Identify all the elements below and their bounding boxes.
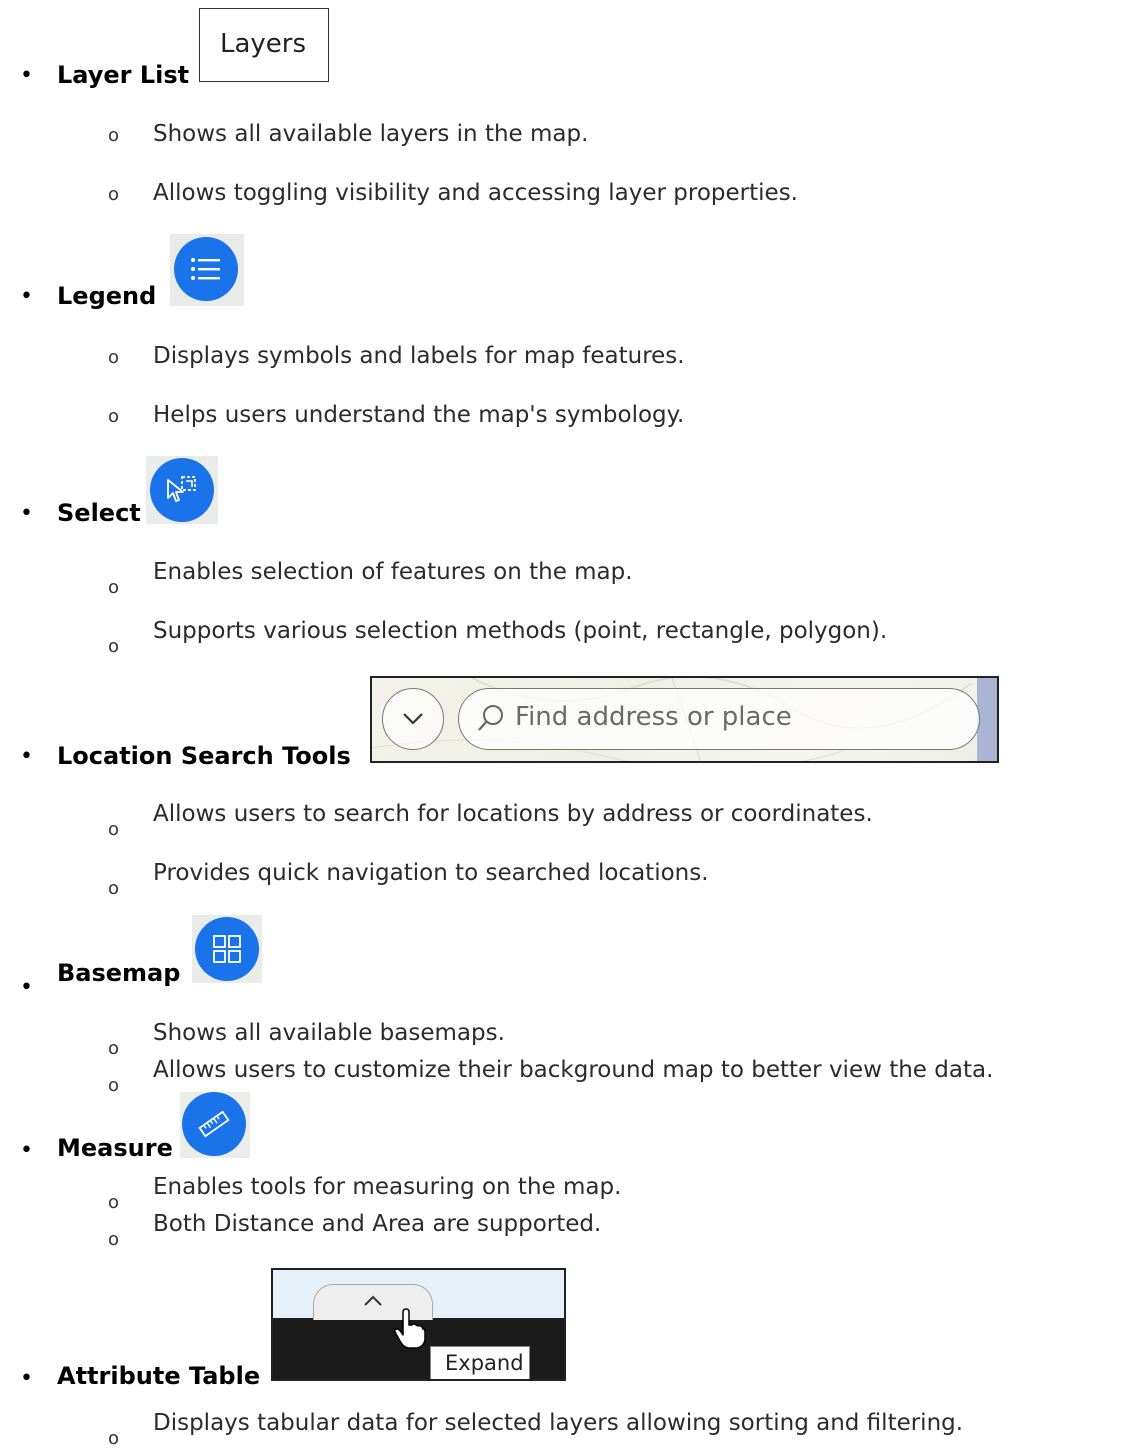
ruler-icon <box>182 1092 246 1156</box>
bullet: • <box>20 63 33 88</box>
select-cursor-icon <box>150 458 214 522</box>
section-title-select: Select <box>57 499 141 527</box>
chevron-down-button[interactable] <box>382 688 444 750</box>
location-search-item-1: Allows users to search for locations by … <box>153 801 873 827</box>
sub-bullet: o <box>108 1229 120 1250</box>
bullet: • <box>20 744 33 769</box>
basemap-grid-icon <box>195 917 259 981</box>
select-item-2: Supports various selection methods (poin… <box>153 618 888 644</box>
bullet: • <box>20 975 33 1000</box>
section-title-layer-list: Layer List <box>57 61 190 89</box>
sub-bullet: o <box>108 184 120 205</box>
layers-label: Layers <box>220 29 307 59</box>
sub-bullet: o <box>108 1038 120 1059</box>
sub-bullet: o <box>108 406 120 427</box>
layer-list-item-1: Shows all available layers in the map. <box>153 121 589 147</box>
search-icon <box>478 705 503 731</box>
legend-item-1: Displays symbols and labels for map feat… <box>153 343 685 369</box>
bullet: • <box>20 1138 33 1163</box>
select-icon-image <box>146 456 218 524</box>
hand-cursor-icon <box>394 1308 426 1349</box>
section-title-attribute-table: Attribute Table <box>57 1362 261 1390</box>
basemap-item-1: Shows all available basemaps. <box>153 1020 505 1046</box>
layers-button-image: Layers <box>199 8 329 82</box>
sub-bullet: o <box>108 1428 120 1449</box>
measure-item-1: Enables tools for measuring on the map. <box>153 1174 622 1200</box>
search-input[interactable]: Find address or place <box>458 688 980 750</box>
attribute-table-item-1: Displays tabular data for selected layer… <box>153 1410 964 1436</box>
section-title-measure: Measure <box>57 1134 173 1162</box>
bullet: • <box>20 501 33 526</box>
legend-icon-image <box>170 234 244 306</box>
chevron-up-icon <box>364 1295 382 1306</box>
sub-bullet: o <box>108 636 120 657</box>
sub-bullet: o <box>108 819 120 840</box>
basemap-icon-image <box>192 915 262 983</box>
sub-bullet: o <box>108 125 120 146</box>
bullet: • <box>20 1366 33 1391</box>
measure-icon-image <box>180 1092 250 1158</box>
sub-bullet: o <box>108 1192 120 1213</box>
chevron-down-icon <box>403 713 423 725</box>
sub-bullet: o <box>108 347 120 368</box>
section-title-legend: Legend <box>57 282 157 310</box>
attribute-table-expand-image: Expand <box>271 1268 566 1381</box>
sub-bullet: o <box>108 577 120 598</box>
legend-list-icon <box>174 237 238 301</box>
select-item-1: Enables selection of features on the map… <box>153 559 633 585</box>
location-search-item-2: Provides quick navigation to searched lo… <box>153 860 709 886</box>
section-title-basemap: Basemap <box>57 959 181 987</box>
search-widget-image: Find address or place <box>370 676 999 763</box>
basemap-item-2: Allows users to customize their backgrou… <box>153 1057 994 1083</box>
measure-item-2: Both Distance and Area are supported. <box>153 1211 602 1237</box>
legend-item-2: Helps users understand the map's symbolo… <box>153 402 685 428</box>
section-title-location-search: Location Search Tools <box>57 742 351 770</box>
expand-tooltip-label: Expand <box>445 1351 524 1375</box>
layer-list-item-2: Allows toggling visibility and accessing… <box>153 180 798 206</box>
sub-bullet: o <box>108 1075 120 1096</box>
search-placeholder: Find address or place <box>515 702 792 732</box>
map-water-patch <box>977 678 997 761</box>
bullet: • <box>20 284 33 309</box>
sub-bullet: o <box>108 878 120 899</box>
expand-tooltip: Expand <box>430 1346 530 1379</box>
